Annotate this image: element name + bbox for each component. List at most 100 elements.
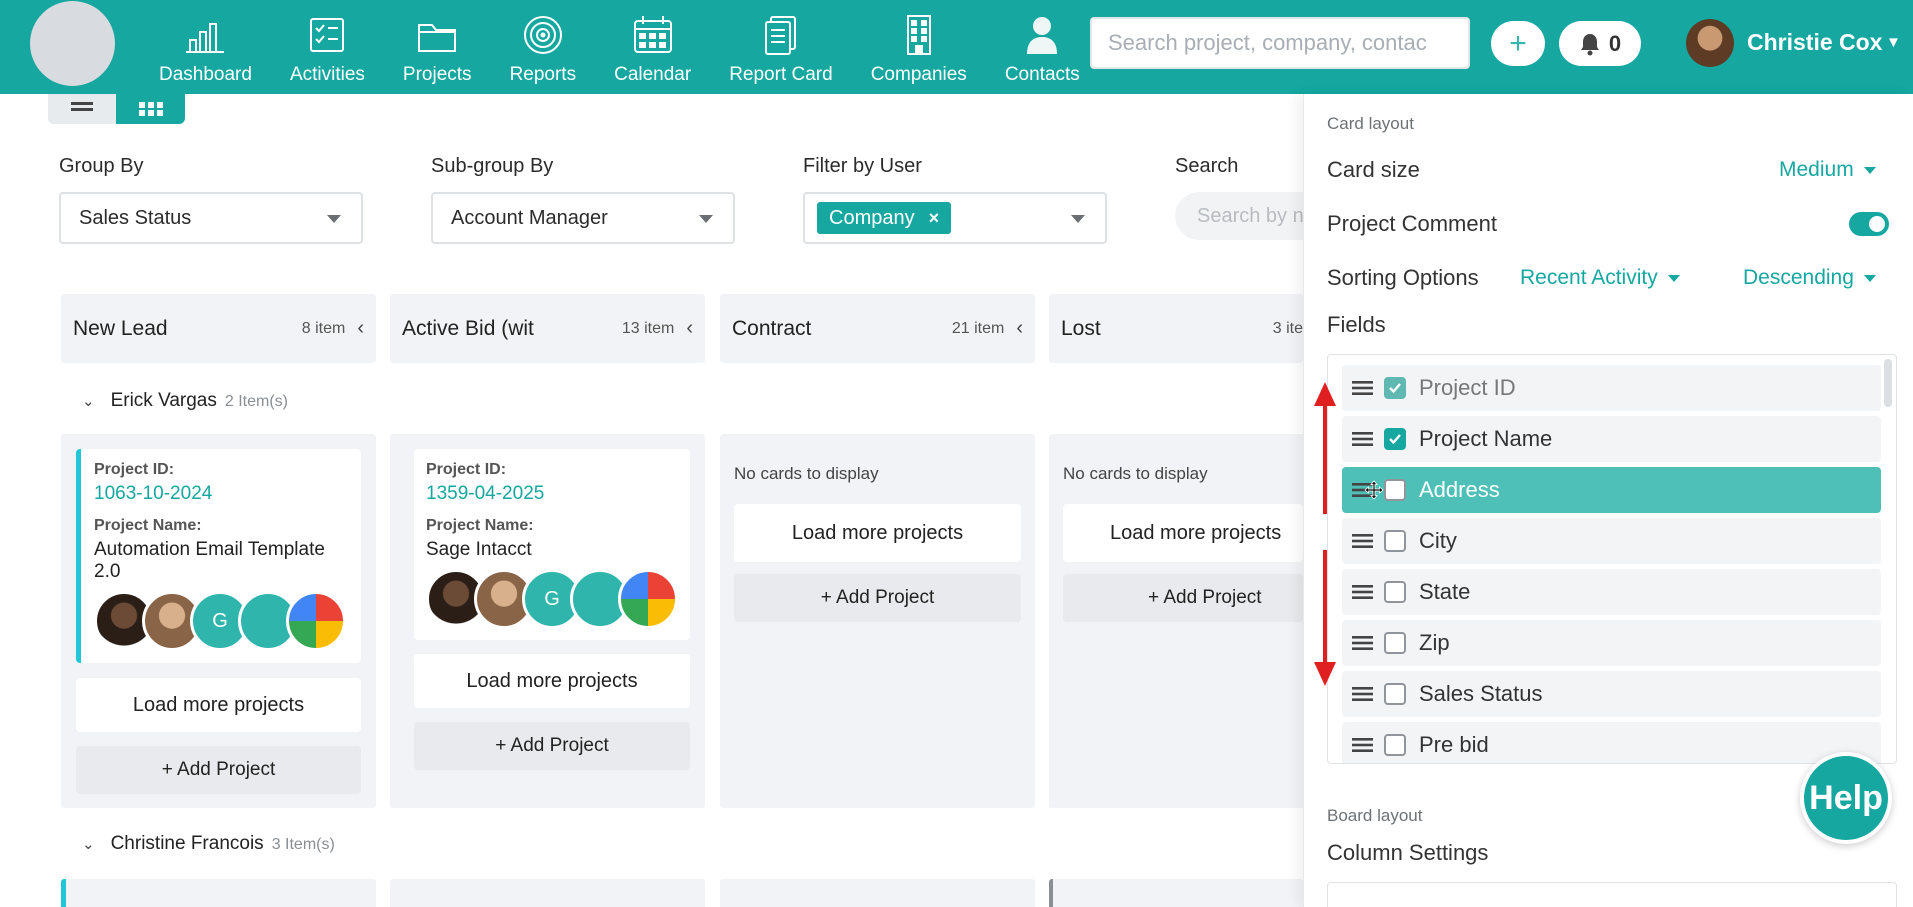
drag-handle-icon[interactable] (1352, 584, 1373, 600)
lane-active-bid: Project ID: 1359-04-2025 Project Name: S… (390, 434, 705, 808)
nav-activities[interactable]: Activities (271, 0, 384, 86)
google-avatar-icon[interactable] (286, 591, 346, 651)
project-id[interactable]: 1359-04-2025 (426, 483, 678, 505)
field-name: Sales Status (1419, 681, 1543, 706)
group-erick-vargas[interactable]: ⌄ Erick Vargas 2 Item(s) (82, 390, 288, 412)
project-card[interactable]: Project ID: 1359-04-2025 Project Name: S… (414, 449, 690, 640)
project-id[interactable]: 1063-10-2024 (94, 483, 347, 505)
user-menu-caret-icon[interactable]: ▼ (1886, 34, 1901, 51)
subgroup-by-select[interactable]: Account Manager (431, 192, 735, 244)
field-checkbox[interactable] (1384, 479, 1406, 501)
project-id-label: Project ID: (94, 461, 175, 478)
google-avatar-icon[interactable] (618, 569, 678, 629)
nav-companies[interactable]: Companies (852, 0, 986, 86)
filter-by-user-label: Filter by User (803, 155, 922, 177)
column-header-contract[interactable]: Contract 21 item ‹ (720, 294, 1035, 363)
field-checkbox[interactable] (1384, 530, 1406, 552)
lane-lost: No cards to display Load more projects +… (1049, 434, 1303, 808)
drag-handle-icon[interactable] (1352, 431, 1373, 447)
help-button[interactable]: Help (1800, 752, 1892, 844)
column-header-new-lead[interactable]: New Lead 8 item ‹ (61, 294, 376, 363)
chevron-left-icon[interactable]: ‹ (686, 317, 693, 340)
field-row-city[interactable]: City (1342, 518, 1881, 564)
list-view-button[interactable] (48, 94, 116, 124)
chevron-left-icon[interactable]: ‹ (357, 317, 364, 340)
top-navigation-bar: Dashboard Activities Projects Reports Ca… (0, 0, 1913, 94)
load-more-projects-button[interactable]: Load more projects (76, 678, 361, 732)
nav-dashboard[interactable]: Dashboard (140, 0, 271, 86)
field-row-project-name[interactable]: Project Name (1342, 416, 1881, 462)
chevron-down-icon[interactable]: ⌄ (82, 835, 95, 853)
global-search-input[interactable] (1090, 17, 1470, 69)
field-checkbox[interactable] (1384, 581, 1406, 603)
remove-chip-icon[interactable]: × (929, 208, 940, 229)
company-logo[interactable] (30, 1, 115, 86)
sort-order-dropdown[interactable]: Descending (1743, 266, 1876, 290)
add-project-button[interactable]: + Add Project (76, 746, 361, 794)
card-size-value: Medium (1779, 158, 1854, 181)
field-row-state[interactable]: State (1342, 569, 1881, 615)
lane-active-bid-next (390, 879, 705, 907)
main-nav: Dashboard Activities Projects Reports Ca… (140, 0, 1099, 94)
field-name: Project ID (1419, 375, 1516, 400)
drag-handle-icon[interactable] (1352, 533, 1373, 549)
view-toggle (48, 94, 185, 124)
add-project-button[interactable]: + Add Project (414, 722, 690, 770)
project-card[interactable]: Project ID: 1063-10-2024 Project Name: A… (76, 449, 361, 663)
add-project-button[interactable]: + Add Project (734, 574, 1021, 622)
drag-handle-icon[interactable] (1352, 737, 1373, 753)
fields-scrollbar[interactable] (1884, 359, 1892, 407)
chevron-left-icon[interactable]: ‹ (1016, 317, 1023, 340)
load-more-projects-button[interactable]: Load more projects (734, 504, 1021, 562)
column-header-lost[interactable]: Lost 3 ite (1049, 294, 1303, 363)
user-name[interactable]: Christie Cox (1747, 29, 1882, 56)
field-name: City (1419, 528, 1457, 553)
drag-handle-icon[interactable] (1352, 380, 1373, 396)
drag-handle-icon[interactable] (1352, 686, 1373, 702)
list-icon (71, 102, 93, 111)
field-name: State (1419, 579, 1471, 604)
group-by-select[interactable]: Sales Status (59, 192, 363, 244)
no-cards-text: No cards to display (734, 464, 879, 483)
sort-field-dropdown[interactable]: Recent Activity (1520, 266, 1680, 290)
field-row-sales-status[interactable]: Sales Status (1342, 671, 1881, 717)
filter-by-user-select[interactable]: Company × (803, 192, 1107, 244)
field-checkbox[interactable] (1384, 734, 1406, 756)
notifications-button[interactable]: 0 (1559, 21, 1641, 66)
nav-report-card[interactable]: Report Card (710, 0, 852, 86)
grid-view-button[interactable] (116, 94, 185, 124)
load-more-projects-button[interactable]: Load more projects (414, 654, 690, 708)
user-avatar[interactable] (1686, 19, 1734, 67)
card-size-dropdown[interactable]: Medium (1779, 158, 1876, 182)
column-header-active-bid[interactable]: Active Bid (wit 13 item ‹ (390, 294, 705, 363)
nav-reports[interactable]: Reports (491, 0, 596, 86)
quick-add-button[interactable]: + (1491, 21, 1545, 66)
field-checkbox[interactable] (1384, 428, 1406, 450)
drag-handle-icon[interactable] (1352, 635, 1373, 651)
nav-calendar[interactable]: Calendar (595, 0, 710, 86)
assignee-avatars: G (94, 591, 347, 651)
nav-projects[interactable]: Projects (384, 0, 491, 86)
field-row-pre-bid[interactable]: Pre bid (1342, 722, 1881, 763)
field-row-address[interactable]: Address (1342, 467, 1881, 513)
project-comment-toggle[interactable] (1849, 212, 1889, 236)
field-checkbox[interactable] (1384, 377, 1406, 399)
field-checkbox[interactable] (1384, 683, 1406, 705)
fields-list[interactable]: Project ID Project Name Address City Sta… (1327, 354, 1897, 764)
sorting-options-label: Sorting Options (1327, 265, 1479, 290)
field-row-project-id[interactable]: Project ID (1342, 365, 1881, 411)
filter-chip-company[interactable]: Company × (817, 202, 952, 234)
project-name-label: Project Name: (426, 517, 534, 534)
card-layout-heading: Card layout (1327, 114, 1414, 133)
load-more-projects-button[interactable]: Load more projects (1063, 504, 1303, 562)
column-settings-list[interactable] (1327, 882, 1897, 907)
group-count: 2 Item(s) (224, 393, 288, 410)
add-project-button[interactable]: + Add Project (1063, 574, 1303, 622)
toggle-knob (1869, 216, 1885, 232)
chevron-down-icon[interactable]: ⌄ (82, 392, 95, 410)
nav-contacts[interactable]: Contacts (986, 0, 1099, 86)
group-christine-francois[interactable]: ⌄ Christine Francois 3 Item(s) (82, 833, 335, 855)
field-checkbox[interactable] (1384, 632, 1406, 654)
drag-down-arrow-icon (1314, 550, 1336, 686)
field-row-zip[interactable]: Zip (1342, 620, 1881, 666)
